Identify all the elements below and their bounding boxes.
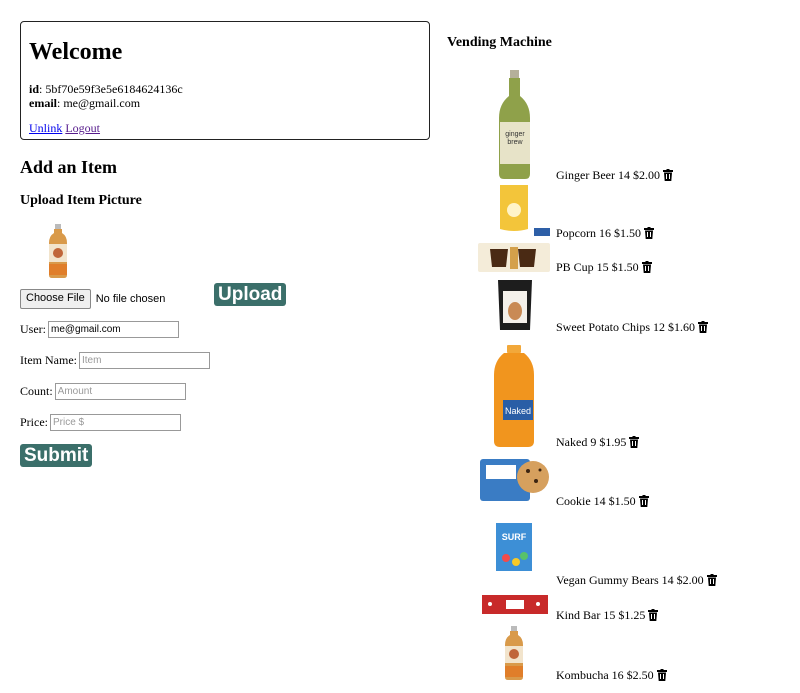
gummy-bag-icon: SURF xyxy=(496,523,532,571)
kombucha-bottle-icon xyxy=(505,626,523,680)
file-picker: Choose File No file chosen xyxy=(20,289,165,309)
vending-item-label: Kind Bar 15 $1.25 xyxy=(556,608,646,622)
trash-icon[interactable] xyxy=(706,574,717,586)
trash-icon[interactable] xyxy=(656,669,667,681)
juice-bottle-icon: Naked xyxy=(494,345,534,447)
vending-item-label: Kombucha 16 $2.50 xyxy=(556,668,654,682)
vending-machine-title: Vending Machine xyxy=(447,35,552,50)
svg-text:ginger: ginger xyxy=(505,131,525,138)
vending-item-label: Ginger Beer 14 $2.00 xyxy=(556,168,660,182)
trash-icon[interactable] xyxy=(629,436,640,448)
unlink-link[interactable]: Unlink xyxy=(29,121,62,135)
vending-item-cookie: Cookie 14 $1.50 xyxy=(478,455,649,508)
logout-link[interactable]: Logout xyxy=(65,121,100,135)
popcorn-bag-icon xyxy=(500,185,550,236)
welcome-panel: Welcome id: 5bf70e59f3e5e6184624136c ema… xyxy=(20,21,430,140)
user-field-row: User: xyxy=(20,321,179,338)
vending-item-popcorn: Popcorn 16 $1.50 xyxy=(478,184,654,240)
vending-item-label: Vegan Gummy Bears 14 $2.00 xyxy=(556,573,704,587)
ginger-beer-bottle-icon: ginger brew xyxy=(499,70,530,179)
svg-text:SURF: SURF xyxy=(502,532,527,542)
item-name-field-row: Item Name: xyxy=(20,352,210,369)
vending-item-label: Popcorn 16 $1.50 xyxy=(556,226,641,240)
price-field-row: Price: xyxy=(20,414,181,431)
count-label: Count: xyxy=(20,384,53,398)
welcome-title: Welcome xyxy=(29,39,123,65)
svg-text:Naked: Naked xyxy=(505,406,531,416)
vending-item-kind-bar: Kind Bar 15 $1.25 xyxy=(478,592,659,622)
trash-icon[interactable] xyxy=(662,169,673,181)
add-item-title: Add an Item xyxy=(20,157,118,177)
trash-icon[interactable] xyxy=(641,261,652,273)
count-field-row: Count: xyxy=(20,383,186,400)
id-value: : 5bf70e59f3e5e6184624136c xyxy=(39,82,183,96)
vending-item-sweet-potato-chips: Sweet Potato Chips 12 $1.60 xyxy=(478,279,709,334)
trash-icon[interactable] xyxy=(698,321,709,333)
item-name-label: Item Name: xyxy=(20,353,77,367)
email-label: email xyxy=(29,96,57,110)
submit-button[interactable]: Submit xyxy=(20,444,93,467)
vending-item-label: Sweet Potato Chips 12 $1.60 xyxy=(556,320,696,334)
vending-item-pb-cup: PB Cup 15 $1.50 xyxy=(478,241,652,274)
trash-icon[interactable] xyxy=(648,609,659,621)
upload-button[interactable]: Upload xyxy=(214,283,287,306)
email-value: : me@gmail.com xyxy=(57,96,141,110)
price-label: Price: xyxy=(20,415,48,429)
vending-item-label: Cookie 14 $1.50 xyxy=(556,494,636,508)
account-links: Unlink Logout xyxy=(29,121,100,136)
chips-bag-icon xyxy=(498,280,532,330)
pb-cup-wrapper-icon xyxy=(478,243,550,272)
item-name-input[interactable] xyxy=(78,352,210,369)
kombucha-preview-image xyxy=(49,224,67,278)
vending-item-vegan-gummy-bears: SURF Vegan Gummy Bears 14 $2.00 xyxy=(478,520,717,587)
vending-item-naked: Naked Naked 9 $1.95 xyxy=(478,345,640,449)
vending-item-kombucha: Kombucha 16 $2.50 xyxy=(478,626,667,682)
kind-bar-icon xyxy=(482,595,548,614)
upload-picture-title: Upload Item Picture xyxy=(20,193,142,208)
id-label: id xyxy=(29,82,40,96)
user-input[interactable] xyxy=(48,321,179,338)
vending-item-ginger-beer: ginger brew Ginger Beer 14 $2.00 xyxy=(478,70,673,182)
price-input[interactable] xyxy=(50,414,181,431)
count-input[interactable] xyxy=(54,383,186,400)
user-label: User: xyxy=(20,322,46,336)
choose-file-button[interactable]: Choose File xyxy=(20,289,91,309)
trash-icon[interactable] xyxy=(638,495,649,507)
vending-item-label: Naked 9 $1.95 xyxy=(556,435,627,449)
cookie-package-icon xyxy=(480,459,549,501)
file-status: No file chosen xyxy=(95,293,166,305)
vending-item-label: PB Cup 15 $1.50 xyxy=(556,260,639,274)
svg-text:brew: brew xyxy=(507,139,523,146)
user-info: id: 5bf70e59f3e5e6184624136c email: me@g… xyxy=(29,82,183,110)
trash-icon[interactable] xyxy=(644,227,654,239)
